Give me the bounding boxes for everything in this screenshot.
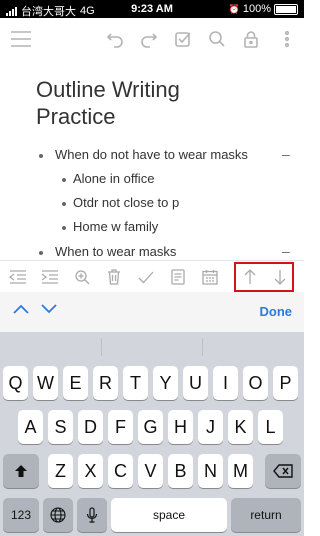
page-title[interactable]: Outline Writing Practice xyxy=(36,76,276,130)
bullet-dot[interactable] xyxy=(62,178,66,182)
zoom-in-icon[interactable] xyxy=(72,267,92,287)
check-icon[interactable] xyxy=(136,267,156,287)
key-t[interactable]: T xyxy=(123,366,148,400)
bullet-dot[interactable] xyxy=(39,154,43,158)
title-line-2: Practice xyxy=(36,104,116,129)
key-l[interactable]: L xyxy=(258,410,283,444)
suggestion-bar xyxy=(0,332,304,360)
indent-icon[interactable] xyxy=(40,267,60,287)
trash-icon[interactable] xyxy=(104,267,124,287)
move-up-icon[interactable] xyxy=(240,267,260,287)
list-item[interactable]: When do not have to wear masks xyxy=(55,147,248,162)
keyboard-accessory-bar: Done xyxy=(0,292,304,333)
return-key[interactable]: return xyxy=(231,498,301,532)
key-m[interactable]: M xyxy=(228,454,253,488)
shift-icon xyxy=(15,465,27,477)
key-j[interactable]: J xyxy=(198,410,223,444)
list-item[interactable]: Home w family xyxy=(73,219,158,234)
key-f[interactable]: F xyxy=(108,410,133,444)
key-q[interactable]: Q xyxy=(3,366,28,400)
status-bar: 台湾大哥大 4G 9:23 AM ⏰ 100% xyxy=(0,0,304,18)
suggestion-divider xyxy=(202,338,203,356)
list-item[interactable]: Alone in office xyxy=(73,171,154,186)
bullet-dot[interactable] xyxy=(39,251,43,255)
key-v[interactable]: V xyxy=(138,454,163,488)
globe-key[interactable] xyxy=(43,498,73,532)
bullet-dot[interactable] xyxy=(62,226,66,230)
title-line-1: Outline Writing xyxy=(36,77,180,102)
key-c[interactable]: C xyxy=(108,454,133,488)
outdent-icon[interactable] xyxy=(8,267,28,287)
search-icon[interactable] xyxy=(206,28,228,50)
backspace-icon xyxy=(273,464,293,478)
collapse-icon[interactable]: – xyxy=(282,243,290,259)
key-k[interactable]: K xyxy=(228,410,253,444)
list-item[interactable]: Otdr not close to p xyxy=(73,195,179,210)
space-key[interactable]: space xyxy=(111,498,227,532)
key-x[interactable]: X xyxy=(78,454,103,488)
bullet-dot[interactable] xyxy=(62,202,66,206)
key-o[interactable]: O xyxy=(243,366,268,400)
list-item[interactable]: When to wear masks xyxy=(55,244,176,259)
globe-icon xyxy=(50,507,66,523)
chevron-down-icon[interactable] xyxy=(40,302,58,320)
key-z[interactable]: Z xyxy=(48,454,73,488)
format-toolbar xyxy=(0,260,304,293)
calendar-icon[interactable] xyxy=(200,267,220,287)
battery-info: ⏰ 100% xyxy=(229,3,298,15)
key-w[interactable]: W xyxy=(33,366,58,400)
top-toolbar xyxy=(0,18,304,62)
checkbox-icon[interactable] xyxy=(172,28,194,50)
shift-key[interactable] xyxy=(3,454,39,488)
menu-icon[interactable] xyxy=(10,28,32,50)
numbers-key[interactable]: 123 xyxy=(3,498,39,532)
note-icon[interactable] xyxy=(168,267,188,287)
alarm-icon: ⏰ xyxy=(228,3,240,14)
key-r[interactable]: R xyxy=(93,366,118,400)
key-i[interactable]: I xyxy=(213,366,238,400)
dictation-key[interactable] xyxy=(77,498,107,532)
key-g[interactable]: G xyxy=(138,410,163,444)
more-icon[interactable] xyxy=(276,28,298,50)
key-y[interactable]: Y xyxy=(153,366,178,400)
redo-icon[interactable] xyxy=(138,28,160,50)
suggestion-divider xyxy=(101,338,102,356)
collapse-icon[interactable]: – xyxy=(282,146,290,162)
done-button[interactable]: Done xyxy=(260,304,293,319)
key-e[interactable]: E xyxy=(63,366,88,400)
key-h[interactable]: H xyxy=(168,410,193,444)
backspace-key[interactable] xyxy=(265,454,301,488)
key-p[interactable]: P xyxy=(273,366,298,400)
key-d[interactable]: D xyxy=(78,410,103,444)
microphone-icon xyxy=(86,507,98,523)
key-b[interactable]: B xyxy=(168,454,193,488)
keyboard: Q W E R T Y U I O P A S D F G H J K L Z … xyxy=(0,332,304,536)
chevron-up-icon[interactable] xyxy=(12,302,30,320)
key-u[interactable]: U xyxy=(183,366,208,400)
battery-icon xyxy=(274,3,298,15)
battery-percent: 100% xyxy=(242,3,271,15)
lock-icon[interactable] xyxy=(240,28,262,50)
key-a[interactable]: A xyxy=(18,410,43,444)
move-down-icon[interactable] xyxy=(270,267,290,287)
undo-icon[interactable] xyxy=(104,28,126,50)
key-s[interactable]: S xyxy=(48,410,73,444)
key-n[interactable]: N xyxy=(198,454,223,488)
